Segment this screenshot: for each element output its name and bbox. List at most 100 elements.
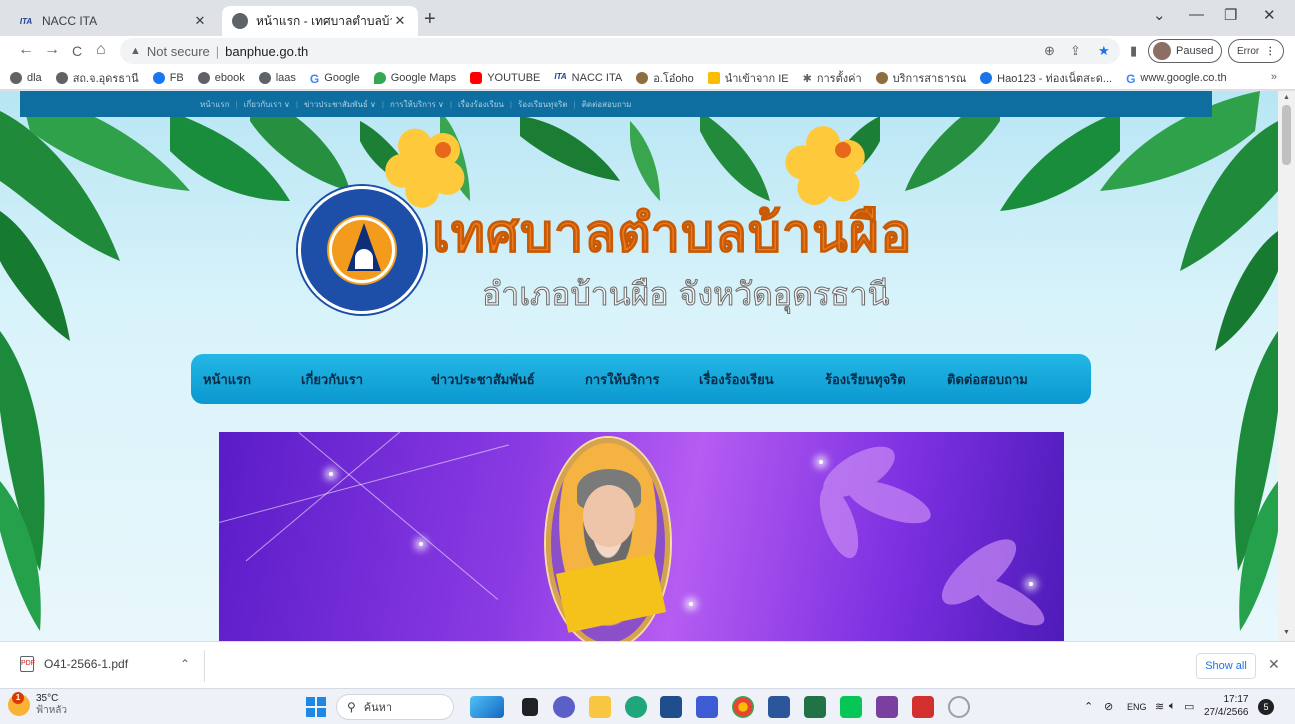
globe-icon [232,13,248,29]
address-bar[interactable]: ▲ Not secure | banphue.go.th [120,38,1120,64]
bookmark-settings[interactable]: ✱ การตั้งค่า [803,69,862,87]
chrome-icon[interactable] [732,696,754,718]
page-scrollbar[interactable]: ▲ ▼ [1278,91,1295,641]
bookmark-dla[interactable]: dla [10,71,42,84]
bookmark-google[interactable]: G Google [310,72,360,86]
volume-icon[interactable]: 🔈︎ [1169,700,1176,713]
bookmark-label: ebook [214,71,245,84]
word-icon[interactable] [768,696,790,718]
globe-icon [10,71,22,84]
forward-button[interactable]: → [44,41,60,59]
bookmark-laas[interactable]: laas [258,71,296,84]
municipality-seal-logo [298,186,426,314]
bookmark-folder-ie[interactable]: นำเข้าจาก IE [707,69,789,87]
close-icon[interactable]: ✕ [392,13,408,29]
weather-widget[interactable]: 1 35°C ฟ้าหลัว [8,692,67,717]
divider [204,650,205,682]
edge-browser-icon[interactable] [625,696,647,718]
share-icon[interactable]: ⇪ [1070,43,1081,59]
bookmark-google-maps[interactable]: Google Maps [373,71,456,84]
top-nav-home[interactable]: หน้าแรก [200,98,230,111]
app-icon[interactable] [876,696,898,718]
tab-search-icon[interactable]: ⌄ [1153,6,1166,24]
error-button[interactable]: Error ⋮ [1228,39,1285,63]
taskbar-search[interactable]: ⚲ ค้นหา [336,694,454,720]
tab-banphue[interactable]: หน้าแรก - เทศบาลตำบลบ้านผือ อำเภอ ✕ [222,6,418,36]
bookmark-youtube[interactable]: YOUTUBE [470,71,540,84]
bookmark-ebook[interactable]: ebook [197,71,245,84]
chevron-up-icon[interactable]: ⌃ [1084,700,1093,713]
show-all-button[interactable]: Show all [1196,653,1256,679]
main-nav-news[interactable]: ข่าวประชาสัมพันธ์ [431,369,585,390]
site-subtitle: อำเภอบ้านผือ จังหวัดอุดรธานี [482,275,891,314]
top-nav-news[interactable]: ข่าวประชาสัมพันธ์ ∨ [304,98,376,111]
scroll-down-icon[interactable]: ▼ [1283,629,1290,636]
network-off-icon[interactable]: ⊘ [1104,700,1113,713]
bookmarks-overflow-button[interactable]: » [1271,71,1277,83]
main-nav-corruption[interactable]: ร้องเรียนทุจริต [825,369,947,390]
close-icon[interactable]: ✕ [192,13,208,29]
bookmark-fb[interactable]: FB [152,71,184,84]
scroll-up-icon[interactable]: ▲ [1283,94,1290,101]
zoom-icon[interactable]: ⊕ [1044,43,1055,59]
side-panel-icon[interactable]: ▮ [1130,43,1137,59]
wifi-icon[interactable]: ≋ [1155,700,1164,713]
top-nav-services[interactable]: การให้บริการ ∨ [390,98,444,111]
minimize-button[interactable]: — [1189,6,1204,23]
bookmark-google-th[interactable]: Gwww.google.co.th [1126,72,1227,86]
site-top-nav: หน้าแรก | เกี่ยวกับเรา ∨ | ข่าวประชาสัมพัน… [20,91,1212,117]
start-button[interactable] [306,697,326,717]
main-nav-about[interactable]: เกี่ยวกับเรา [301,369,431,390]
download-item[interactable]: PDF O41-2566-1.pdf [20,656,128,672]
warning-icon[interactable]: ▲ [130,45,141,57]
close-window-button[interactable]: ✕ [1263,6,1276,24]
top-nav-contact[interactable]: ติดต่อสอบถาม [582,98,632,111]
restore-button[interactable]: ❐ [1224,6,1237,24]
reload-button[interactable]: C [72,42,82,60]
chevron-up-icon[interactable]: ⌃ [180,657,190,671]
new-tab-button[interactable]: + [424,8,436,30]
sparkle [419,542,423,546]
bookmark-oho[interactable]: อ.โอ๋oho [636,69,694,87]
bookmark-nacc-ita[interactable]: ITA NACC ITA [554,72,622,84]
scrollbar-thumb[interactable] [1282,105,1291,165]
main-nav-services[interactable]: การให้บริการ [585,369,699,390]
acrobat-icon[interactable] [912,696,934,718]
back-button[interactable]: ← [18,41,34,59]
widgets-icon[interactable] [470,696,504,718]
bookmark-public-service[interactable]: บริการสาธารณ [875,69,966,87]
close-download-bar-button[interactable]: ✕ [1268,656,1280,673]
app-icon[interactable] [696,696,718,718]
bookmark-sath-udon[interactable]: สถ.จ.อุดรธานี [55,69,139,87]
profile-button[interactable]: Paused [1148,39,1223,63]
line-icon[interactable] [840,696,862,718]
bookmark-label: dla [27,71,42,84]
top-nav-about[interactable]: เกี่ยวกับเรา ∨ [244,98,290,111]
search-icon: ⚲ [347,700,356,714]
system-clock[interactable]: 17:17 27/4/2566 [1204,693,1249,719]
url-text[interactable]: banphue.go.th [225,44,308,59]
file-explorer-icon[interactable] [589,696,611,718]
stupa-arch [355,249,373,269]
tab-nacc-ita[interactable]: ITA NACC ITA ✕ [8,6,218,36]
store-icon[interactable] [660,696,682,718]
top-nav-corruption[interactable]: ร้องเรียนทุจริต [518,98,568,111]
main-nav-contact[interactable]: ติดต่อสอบถาม [947,369,1028,390]
battery-icon[interactable]: ▭ [1184,700,1194,713]
error-label: Error [1237,45,1260,57]
main-nav-complaints[interactable]: เรื่องร้องเรียน [699,369,825,390]
task-view-icon[interactable] [522,698,538,716]
app-icon[interactable] [948,696,970,718]
bookmark-star-icon[interactable]: ★ [1098,43,1110,59]
excel-icon[interactable] [804,696,826,718]
home-button[interactable]: ⌂ [96,41,106,59]
clock-time: 17:17 [1223,694,1249,705]
security-label[interactable]: Not secure [147,44,210,59]
top-nav-complaints[interactable]: เรื่องร้องเรียน [458,98,504,111]
chat-icon[interactable] [553,696,575,718]
language-indicator[interactable]: ENG [1127,702,1147,712]
maps-icon [373,71,386,84]
notification-badge[interactable]: 5 [1258,699,1274,715]
bookmark-hao123[interactable]: Hao123 - ท่องเน็ตสะด... [980,69,1112,87]
main-nav-home[interactable]: หน้าแรก [203,369,301,390]
